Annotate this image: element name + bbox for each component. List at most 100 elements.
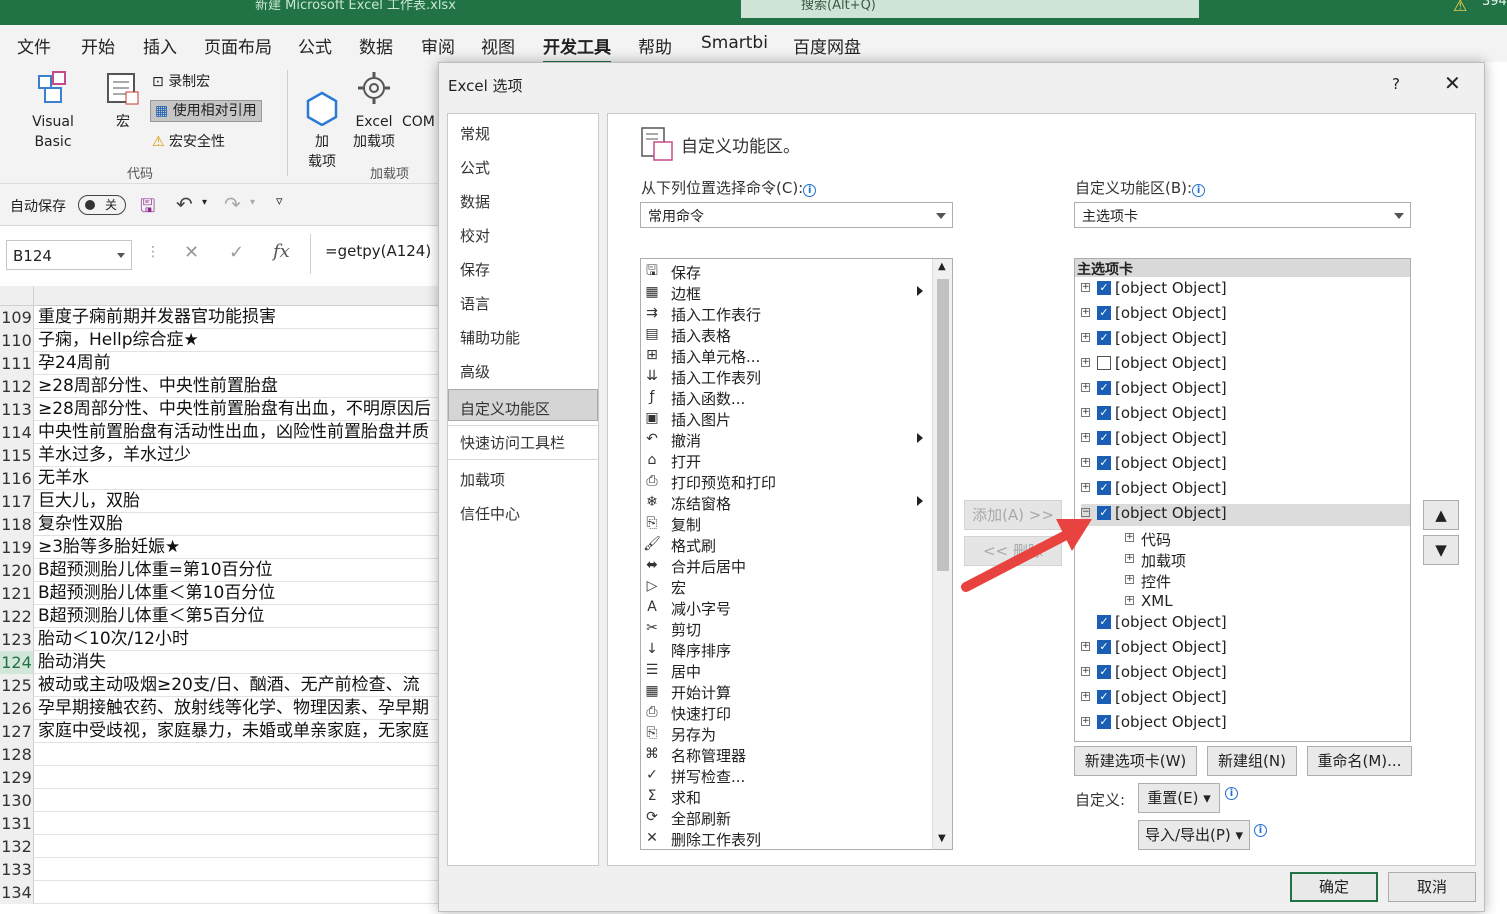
scroll-thumb[interactable] xyxy=(937,279,949,571)
command-item[interactable]: ⌂ 打开 xyxy=(643,450,913,471)
table-row[interactable]: 109 重度子痫前期并发器官功能损害 xyxy=(0,306,440,329)
visual-basic-button[interactable]: Visual Basic xyxy=(12,70,94,152)
scroll-up-icon[interactable]: ▲ xyxy=(938,261,946,272)
row-number[interactable]: 122 xyxy=(0,605,34,628)
checkbox[interactable]: ✓ xyxy=(1097,690,1111,704)
table-row[interactable]: 116 无羊水 xyxy=(0,467,440,490)
table-row[interactable]: 134 xyxy=(0,881,440,904)
row-number[interactable]: 131 xyxy=(0,812,34,835)
tree-item[interactable]: + ✓ [object Object] xyxy=(1081,713,1410,735)
cell-text[interactable]: 胎动＜10次/12小时 xyxy=(38,628,189,651)
cancel-button[interactable]: 取消 xyxy=(1388,872,1476,902)
row-number[interactable]: 128 xyxy=(0,743,34,766)
table-row[interactable]: 118 复杂性双胎 xyxy=(0,513,440,536)
tab-page-layout[interactable]: 页面布局 xyxy=(204,33,272,58)
enter-icon[interactable]: ✓ xyxy=(229,242,244,263)
help-icon[interactable]: ? xyxy=(1392,75,1400,93)
scroll-down-icon[interactable]: ▼ xyxy=(938,833,946,844)
checkbox[interactable]: ✓ xyxy=(1097,456,1111,470)
command-item[interactable]: ❄ 冻结窗格 xyxy=(643,492,923,513)
close-icon[interactable]: ✕ xyxy=(1444,71,1461,95)
command-item[interactable]: ⎙ 快速打印 xyxy=(643,702,913,723)
cell-text[interactable]: ≥3胎等多胎妊娠★ xyxy=(38,536,180,559)
tab-review[interactable]: 审阅 xyxy=(421,33,455,58)
table-row[interactable]: 117 巨大儿，双胎 xyxy=(0,490,440,513)
insert-function-icon[interactable]: fx xyxy=(273,241,290,262)
row-number[interactable]: 113 xyxy=(0,398,34,421)
expand-icon[interactable]: + xyxy=(1081,483,1090,492)
relative-reference-button[interactable]: ▦ 使用相对引用 xyxy=(150,100,262,122)
row-number[interactable]: 119 xyxy=(0,536,34,559)
nav-language[interactable]: 语言 xyxy=(460,293,490,314)
cell-text[interactable]: 复杂性双胎 xyxy=(38,513,123,536)
row-number[interactable]: 133 xyxy=(0,858,34,881)
row-number[interactable]: 116 xyxy=(0,467,34,490)
table-row[interactable]: 115 羊水过多，羊水过少 xyxy=(0,444,440,467)
tree-item[interactable]: + 代码 xyxy=(1125,529,1410,551)
table-row[interactable]: 128 xyxy=(0,743,440,766)
customize-ribbon-select[interactable]: 主选项卡 xyxy=(1074,202,1411,228)
row-number[interactable]: 111 xyxy=(0,352,34,375)
tab-smartbi[interactable]: Smartbi xyxy=(701,33,768,53)
tab-home[interactable]: 开始 xyxy=(81,33,115,58)
tree-item[interactable]: + ✓ [object Object] xyxy=(1081,638,1410,660)
ribbon-tabs-tree[interactable]: 主选项卡 + ✓ [object Object] + ✓ [object Object] +… xyxy=(1074,258,1411,742)
row-number[interactable]: 123 xyxy=(0,628,34,651)
table-row[interactable]: 114 中央性前置胎盘有活动性出血，凶险性前置胎盘并质 xyxy=(0,421,440,444)
addins-button[interactable]: 加 载项 xyxy=(301,70,343,192)
cell-text[interactable]: 巨大儿，双胎 xyxy=(38,490,140,513)
table-row[interactable]: 123 胎动＜10次/12小时 xyxy=(0,628,440,651)
expand-icon[interactable]: + xyxy=(1081,333,1090,342)
tab-baidu[interactable]: 百度网盘 xyxy=(793,33,861,58)
table-row[interactable]: 130 xyxy=(0,789,440,812)
cell-text[interactable]: 被动或主动吸烟≥20支/日、酗酒、无产前检查、流 xyxy=(38,674,420,697)
cell-text[interactable]: B超预测胎儿体重=第10百分位 xyxy=(38,559,273,582)
command-item[interactable]: Σ 求和 xyxy=(643,786,913,807)
command-item[interactable]: 🖌 格式刷 xyxy=(643,534,913,555)
table-row[interactable]: 131 xyxy=(0,812,440,835)
warning-icon[interactable]: ⚠ xyxy=(1453,0,1467,15)
row-number[interactable]: 118 xyxy=(0,513,34,536)
table-row[interactable]: 132 xyxy=(0,835,440,858)
save-icon[interactable]: 🖫 xyxy=(140,194,155,224)
row-number[interactable]: 130 xyxy=(0,789,34,812)
command-item[interactable]: ✕ 删除工作表列 xyxy=(643,828,913,849)
expand-icon[interactable]: + xyxy=(1125,596,1134,605)
cell-text[interactable]: 中央性前置胎盘有活动性出血，凶险性前置胎盘并质 xyxy=(38,421,429,444)
command-item[interactable]: ▤ 插入表格 xyxy=(643,324,913,345)
tab-data[interactable]: 数据 xyxy=(359,33,393,58)
tree-item[interactable]: − ✓ [object Object] xyxy=(1081,504,1410,526)
command-item[interactable]: A 减小字号 xyxy=(643,597,913,618)
tree-item[interactable]: + ✓ [object Object] xyxy=(1081,304,1410,326)
cell-text[interactable]: 孕24周前 xyxy=(38,352,111,375)
cell-text[interactable]: ≥28周部分性、中央性前置胎盘有出血，不明原因后 xyxy=(38,398,431,421)
expand-icon[interactable]: + xyxy=(1081,433,1090,442)
expand-icon[interactable]: + xyxy=(1081,717,1090,726)
new-group-button[interactable]: 新建组(N) xyxy=(1207,746,1297,776)
nav-trust-center[interactable]: 信任中心 xyxy=(460,503,520,524)
redo-dropdown-icon[interactable]: ▾ xyxy=(250,197,255,208)
command-item[interactable]: ⌘ 名称管理器 xyxy=(643,744,913,765)
row-number[interactable]: 129 xyxy=(0,766,34,789)
row-number[interactable]: 126 xyxy=(0,697,34,720)
table-row[interactable]: 122 B超预测胎儿体重＜第5百分位 xyxy=(0,605,440,628)
ok-button[interactable]: 确定 xyxy=(1290,872,1378,902)
command-item[interactable]: ✂ 剪切 xyxy=(643,618,913,639)
command-item[interactable]: 🖫 保存 xyxy=(643,261,913,282)
command-item[interactable]: ⇊ 插入工作表列 xyxy=(643,366,913,387)
cell-text[interactable]: 重度子痫前期并发器官功能损害 xyxy=(38,306,276,329)
table-row[interactable]: 121 B超预测胎儿体重＜第10百分位 xyxy=(0,582,440,605)
nav-proofing[interactable]: 校对 xyxy=(460,225,490,246)
nav-accessibility[interactable]: 辅助功能 xyxy=(460,327,520,348)
command-item[interactable]: ✓ 拼写检查... xyxy=(643,765,913,786)
command-item[interactable]: ⎘ 复制 xyxy=(643,513,913,534)
command-item[interactable]: ▦ 边框 xyxy=(643,282,923,303)
reset-button[interactable]: 重置(E) ▾ xyxy=(1138,783,1220,813)
expand-icon[interactable]: + xyxy=(1081,383,1090,392)
row-number[interactable]: 115 xyxy=(0,444,34,467)
tab-developer[interactable]: 开发工具 xyxy=(543,33,611,64)
expand-icon[interactable]: + xyxy=(1125,554,1134,563)
info-icon[interactable]: i xyxy=(1225,787,1238,800)
command-item[interactable]: ⎘ 另存为 xyxy=(643,723,913,744)
cell-text[interactable]: 羊水过多，羊水过少 xyxy=(38,444,191,467)
